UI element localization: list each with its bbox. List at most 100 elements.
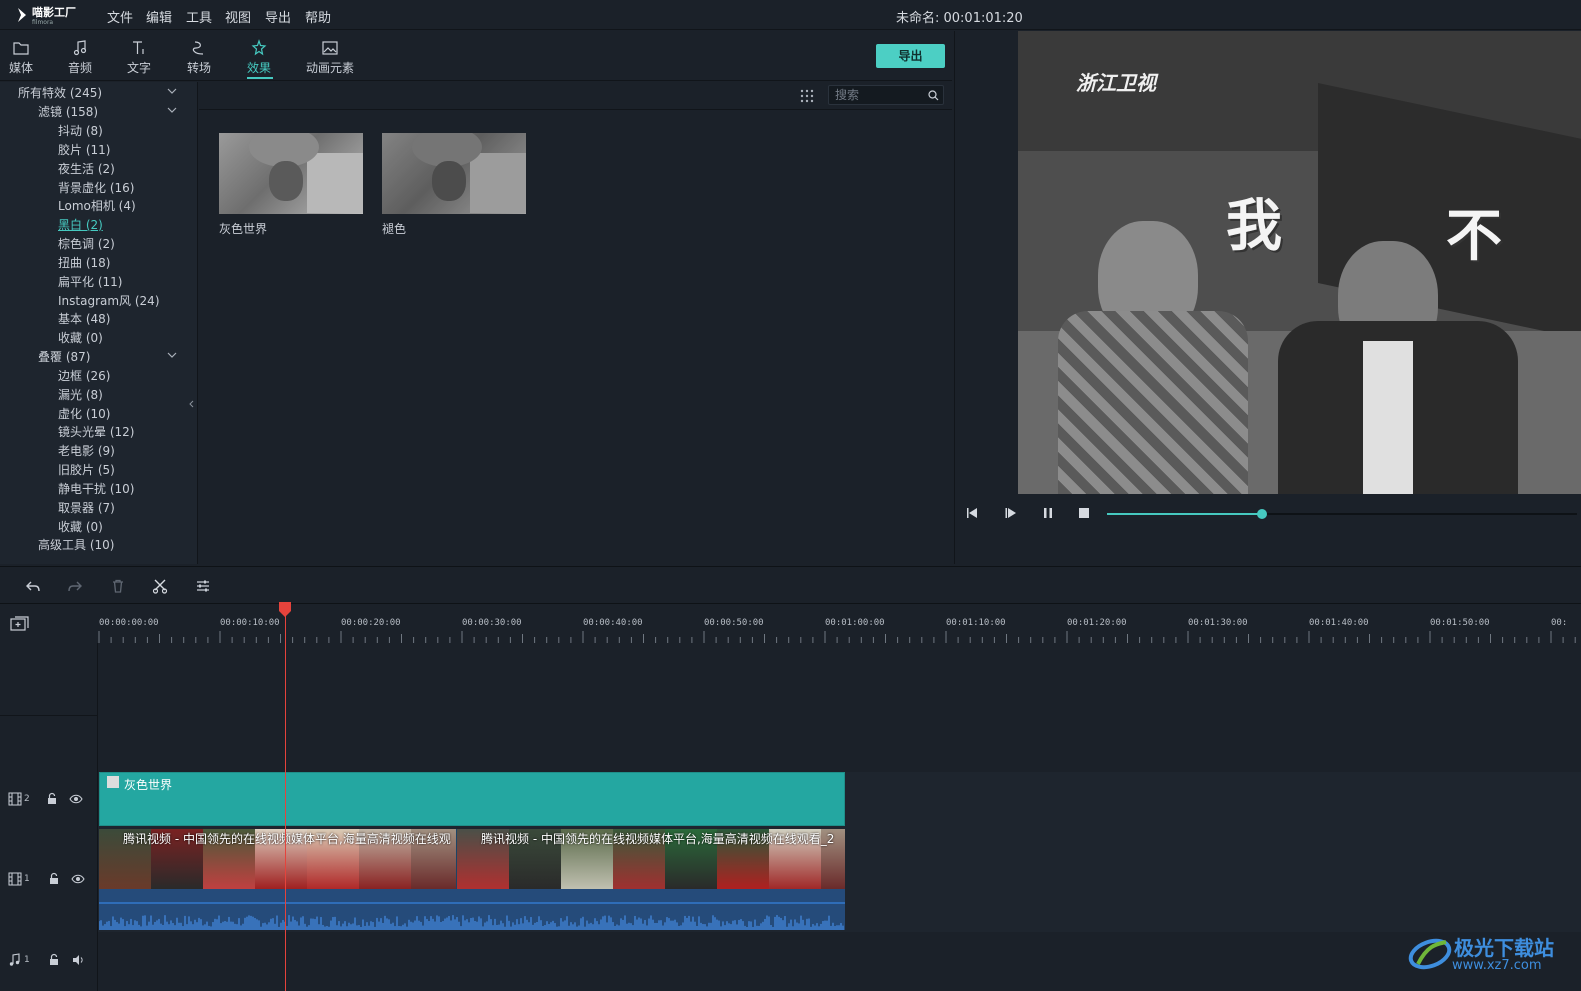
tab-audio-label: 音频 — [67, 61, 92, 75]
stop-icon[interactable] — [1076, 505, 1092, 521]
playhead-handle[interactable] — [278, 602, 292, 618]
ruler-label: 00:00:50:00 — [704, 618, 764, 628]
effect-clip[interactable]: 灰色世界 — [99, 772, 845, 826]
timeline-ruler[interactable]: 00:00:00:00 00:00:10:00 00:00:20:00 00:0… — [0, 605, 1581, 643]
tree-item[interactable]: Lomo相机 (4) — [58, 197, 136, 214]
audio-waveform — [99, 889, 845, 930]
tree-item[interactable]: 背景虚化 (16) — [58, 179, 134, 196]
tree-item-all-effects[interactable]: 所有特效 (245) — [18, 84, 102, 101]
menu-view[interactable]: 视图 — [225, 7, 251, 26]
menu-bar: 喵影工厂 filmora 文件 编辑 工具 视图 导出 帮助 未命名: 00:0… — [0, 0, 1581, 30]
collapse-panel-icon[interactable] — [189, 400, 194, 408]
search-input[interactable] — [835, 88, 923, 102]
empty-lane — [98, 643, 1581, 772]
film-icon — [8, 792, 22, 806]
search-field[interactable] — [828, 85, 944, 105]
effect-card-gray-world[interactable]: 灰色世界 — [219, 133, 363, 237]
chevron-down-icon[interactable] — [167, 352, 177, 358]
cut-icon[interactable] — [152, 578, 168, 594]
video-clip-segment[interactable]: 腾讯视频 - 中国领先的在线视频媒体平台,海量高清视频在线观 — [99, 829, 456, 889]
ruler-label: 00:00:10:00 — [220, 618, 280, 628]
tab-effects[interactable]: 效果 — [235, 31, 283, 81]
grid-view-icon[interactable] — [800, 89, 814, 103]
ruler-label: 00:01:20:00 — [1067, 618, 1127, 628]
video-clip-title: 腾讯视频 - 中国领先的在线视频媒体平台,海量高清视频在线观看_2 — [481, 832, 835, 846]
menu-tools[interactable]: 工具 — [186, 7, 212, 26]
tab-text[interactable]: 文字 — [115, 31, 163, 81]
tree-item[interactable]: 旧胶片 (5) — [58, 461, 115, 478]
video-clip-segment[interactable]: 腾讯视频 - 中国领先的在线视频媒体平台,海量高清视频在线观看_2 — [457, 829, 845, 889]
step-back-icon[interactable] — [965, 505, 981, 521]
tree-item[interactable]: 收藏 (0) — [58, 329, 103, 346]
library-toolbar — [199, 82, 952, 110]
video-clip[interactable]: 腾讯视频 - 中国领先的在线视频媒体平台,海量高清视频在线观 腾讯视频 - 中国… — [99, 829, 845, 930]
lock-icon[interactable] — [47, 872, 61, 886]
playhead[interactable] — [285, 604, 286, 991]
video-preview[interactable]: 浙江卫视 我 不 — [1018, 31, 1581, 494]
delete-icon[interactable] — [110, 578, 126, 594]
tree-item[interactable]: 老电影 (9) — [58, 442, 115, 459]
redo-icon[interactable] — [67, 578, 83, 594]
tree-item[interactable]: 漏光 (8) — [58, 386, 103, 403]
ruler-label: 00:01:40:00 — [1309, 618, 1369, 628]
export-button[interactable]: 导出 — [876, 44, 945, 68]
transition-icon — [192, 41, 204, 55]
tree-item-black-white-selected[interactable]: 黑白 (2) — [58, 216, 103, 233]
tree-item-filters[interactable]: 滤镜 (158) — [38, 103, 98, 120]
step-forward-icon[interactable] — [1003, 505, 1019, 521]
tree-item[interactable]: 基本 (48) — [58, 310, 110, 327]
search-icon[interactable] — [928, 90, 939, 101]
speaker-icon[interactable] — [71, 953, 85, 967]
chevron-down-icon[interactable] — [167, 88, 177, 94]
effect-card-fade[interactable]: 褪色 — [382, 133, 526, 237]
menu-file[interactable]: 文件 — [107, 7, 133, 26]
progress-handle[interactable] — [1257, 509, 1268, 519]
undo-icon[interactable] — [25, 578, 41, 594]
tab-effects-label: 效果 — [246, 61, 271, 75]
tree-item[interactable]: Instagram风 (24) — [58, 292, 160, 309]
tree-item[interactable]: 抖动 (8) — [58, 122, 103, 139]
ruler-label: 00: — [1551, 618, 1568, 628]
tab-audio[interactable]: 音频 — [56, 31, 104, 81]
watermark-url: www.xz7.com — [1452, 958, 1542, 973]
ruler-label: 00:01:30:00 — [1188, 618, 1248, 628]
eye-icon[interactable] — [71, 872, 85, 886]
lock-icon[interactable] — [45, 792, 59, 806]
tree-item[interactable]: 边框 (26) — [58, 367, 110, 384]
tree-item-advanced[interactable]: 高级工具 (10) — [38, 536, 114, 553]
track-header-video-2: 2 — [0, 784, 98, 814]
tree-item[interactable]: 收藏 (0) — [58, 518, 103, 535]
tree-item[interactable]: 虚化 (10) — [58, 405, 110, 422]
tab-transition[interactable]: 转场 — [175, 31, 223, 81]
video-clip-title: 腾讯视频 - 中国领先的在线视频媒体平台,海量高清视频在线观 — [123, 832, 451, 846]
menu-edit[interactable]: 编辑 — [146, 7, 172, 26]
track-number: 1 — [24, 874, 30, 884]
add-track-icon[interactable] — [10, 616, 30, 632]
chevron-down-icon[interactable] — [167, 107, 177, 113]
tree-item[interactable]: 取景器 (7) — [58, 499, 115, 516]
tree-item[interactable]: 棕色调 (2) — [58, 235, 115, 252]
tree-item[interactable]: 胶片 (11) — [58, 141, 110, 158]
pause-icon[interactable] — [1040, 505, 1056, 521]
tree-item[interactable]: 夜生活 (2) — [58, 160, 115, 177]
menu-export[interactable]: 导出 — [265, 7, 291, 26]
adjust-icon[interactable] — [195, 578, 211, 594]
lock-icon[interactable] — [47, 953, 61, 967]
tree-item[interactable]: 静电干扰 (10) — [58, 480, 134, 497]
waveform-graphic — [99, 902, 845, 930]
menu-help[interactable]: 帮助 — [305, 7, 331, 26]
watermark-logo-icon — [1408, 938, 1452, 970]
tab-transition-label: 转场 — [186, 61, 211, 75]
progress-fill — [1107, 513, 1263, 515]
tree-item[interactable]: 镜头光晕 (12) — [58, 423, 134, 440]
tab-media[interactable]: 媒体 — [0, 31, 45, 81]
tab-elements[interactable]: 动画元素 — [302, 31, 358, 81]
track-headers: 2 1 1 — [0, 643, 98, 991]
ruler-label: 00:00:00:00 — [99, 618, 159, 628]
tree-item-overlays[interactable]: 叠覆 (87) — [38, 348, 90, 365]
document-title: 未命名: 00:01:01:20 — [896, 11, 1023, 26]
eye-icon[interactable] — [69, 792, 83, 806]
tree-item[interactable]: 扭曲 (18) — [58, 254, 110, 271]
tree-item[interactable]: 扁平化 (11) — [58, 273, 122, 290]
playback-progress-bar[interactable] — [1107, 509, 1577, 519]
